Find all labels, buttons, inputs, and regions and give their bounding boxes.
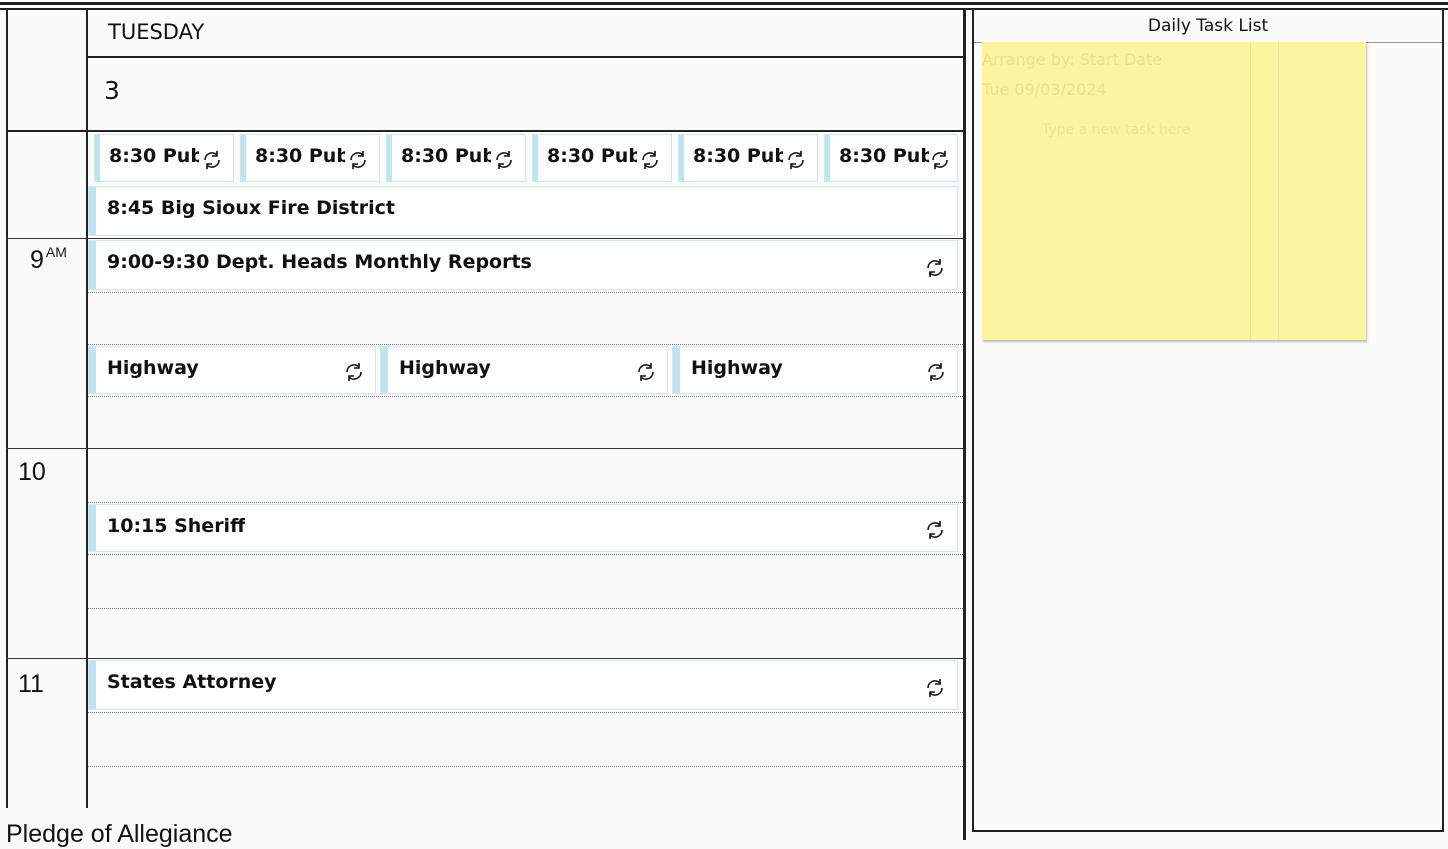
appointment-dept-heads[interactable]: 9:00-9:30 Dept. Heads Monthly Reports — [88, 240, 958, 290]
appointment-sheriff[interactable]: 10:15 Sheriff — [88, 504, 958, 552]
appointment-pub-1[interactable]: 8:30 Pub — [94, 134, 234, 182]
recurrence-icon — [204, 151, 220, 169]
day-header: TUESDAY — [88, 10, 963, 56]
left-border — [6, 8, 8, 808]
appointment-title: 8:45 Big Sioux Fire District — [107, 197, 395, 219]
recurrence-icon — [927, 259, 943, 277]
appointment-title: 8:30 Pub — [401, 145, 491, 167]
appointment-bar — [381, 347, 388, 393]
slot-line — [88, 608, 963, 609]
task-date-label: Tue 09/03/2024 — [982, 80, 1107, 99]
hour-text: 10 — [18, 458, 46, 486]
appointment-bar — [89, 347, 96, 393]
date-header[interactable]: 3 — [88, 58, 963, 130]
hour-line-11 — [6, 658, 963, 659]
hour-text: 9 — [30, 246, 44, 274]
task-panel-title: Daily Task List — [1147, 16, 1269, 36]
slot-line — [88, 554, 963, 555]
appointment-bar — [89, 661, 96, 709]
top-border — [0, 2, 1448, 5]
appointment-pub-5[interactable]: 8:30 Pub — [678, 134, 818, 182]
recurrence-icon — [642, 151, 658, 169]
slot-line — [88, 292, 963, 293]
slot-line — [88, 712, 963, 713]
appointment-states-attorney[interactable]: States Attorney — [88, 660, 958, 710]
recurrence-icon — [927, 679, 943, 697]
appointment-pub-4[interactable]: 8:30 Pub — [532, 134, 672, 182]
appointment-highway-1[interactable]: Highway — [88, 346, 376, 394]
appointment-title: 8:30 Pub — [109, 145, 199, 167]
appointment-fire-district[interactable]: 8:45 Big Sioux Fire District — [88, 186, 958, 236]
slot-line — [88, 502, 963, 503]
appointment-title: 8:30 Pub — [693, 145, 783, 167]
date-number: 3 — [104, 76, 120, 105]
appointment-bar — [89, 241, 96, 289]
am-suffix: AM — [45, 244, 67, 260]
appointment-title: 8:30 Pub — [255, 145, 345, 167]
recurrence-icon — [346, 363, 362, 381]
footer-text: Pledge of Allegiance — [6, 820, 233, 848]
appointment-title: 8:30 Pub — [839, 145, 929, 167]
time-label-11: 11 — [18, 670, 44, 699]
appointment-bar — [673, 347, 680, 393]
sticky-fold-line — [1250, 42, 1251, 340]
recurrence-icon — [788, 151, 804, 169]
recurrence-icon — [638, 363, 654, 381]
header-bottom-border — [6, 130, 965, 132]
appointment-highway-2[interactable]: Highway — [380, 346, 668, 394]
hour-text: 11 — [18, 670, 44, 698]
task-arrange-label: Arrange by: Start Date — [982, 50, 1163, 69]
day-right-border — [963, 8, 966, 840]
appointment-highway-3[interactable]: Highway — [672, 346, 958, 394]
appointment-title: Highway — [399, 357, 491, 379]
recurrence-icon — [496, 151, 512, 169]
appointment-pub-2[interactable]: 8:30 Pub — [240, 134, 380, 182]
appointment-bar — [95, 135, 100, 181]
recurrence-icon — [928, 363, 944, 381]
time-label-9: 9 AM — [30, 244, 67, 275]
sticky-fold-line — [1278, 42, 1279, 340]
appointment-title: States Attorney — [107, 671, 277, 693]
appointment-bar — [679, 135, 684, 181]
recurrence-icon — [932, 151, 948, 169]
appointment-pub-6[interactable]: 8:30 Pub — [824, 134, 958, 182]
hour-line-10 — [6, 448, 963, 449]
appointment-bar — [533, 135, 538, 181]
recurrence-icon — [350, 151, 366, 169]
time-label-10: 10 — [18, 458, 46, 487]
appointment-bar — [241, 135, 246, 181]
appointment-title: 8:30 Pub — [547, 145, 637, 167]
appointment-bar — [825, 135, 830, 181]
slot-line — [88, 396, 963, 397]
new-task-input[interactable]: Type a new task here — [1042, 122, 1191, 138]
appointment-bar — [89, 187, 96, 235]
sticky-note[interactable]: Arrange by: Start Date Tue 09/03/2024 Ty… — [982, 42, 1366, 340]
appointment-bar — [387, 135, 392, 181]
recurrence-icon — [927, 521, 943, 539]
slot-line — [88, 766, 963, 767]
appointment-title: Highway — [691, 357, 783, 379]
appointment-title: 9:00-9:30 Dept. Heads Monthly Reports — [107, 251, 532, 273]
slot-line — [88, 344, 963, 345]
hour-line-9 — [6, 238, 963, 239]
appointment-title: Highway — [107, 357, 199, 379]
appointment-title: 10:15 Sheriff — [107, 515, 246, 537]
appointment-bar — [89, 505, 96, 551]
appointment-pub-3[interactable]: 8:30 Pub — [386, 134, 526, 182]
day-name: TUESDAY — [108, 20, 205, 44]
